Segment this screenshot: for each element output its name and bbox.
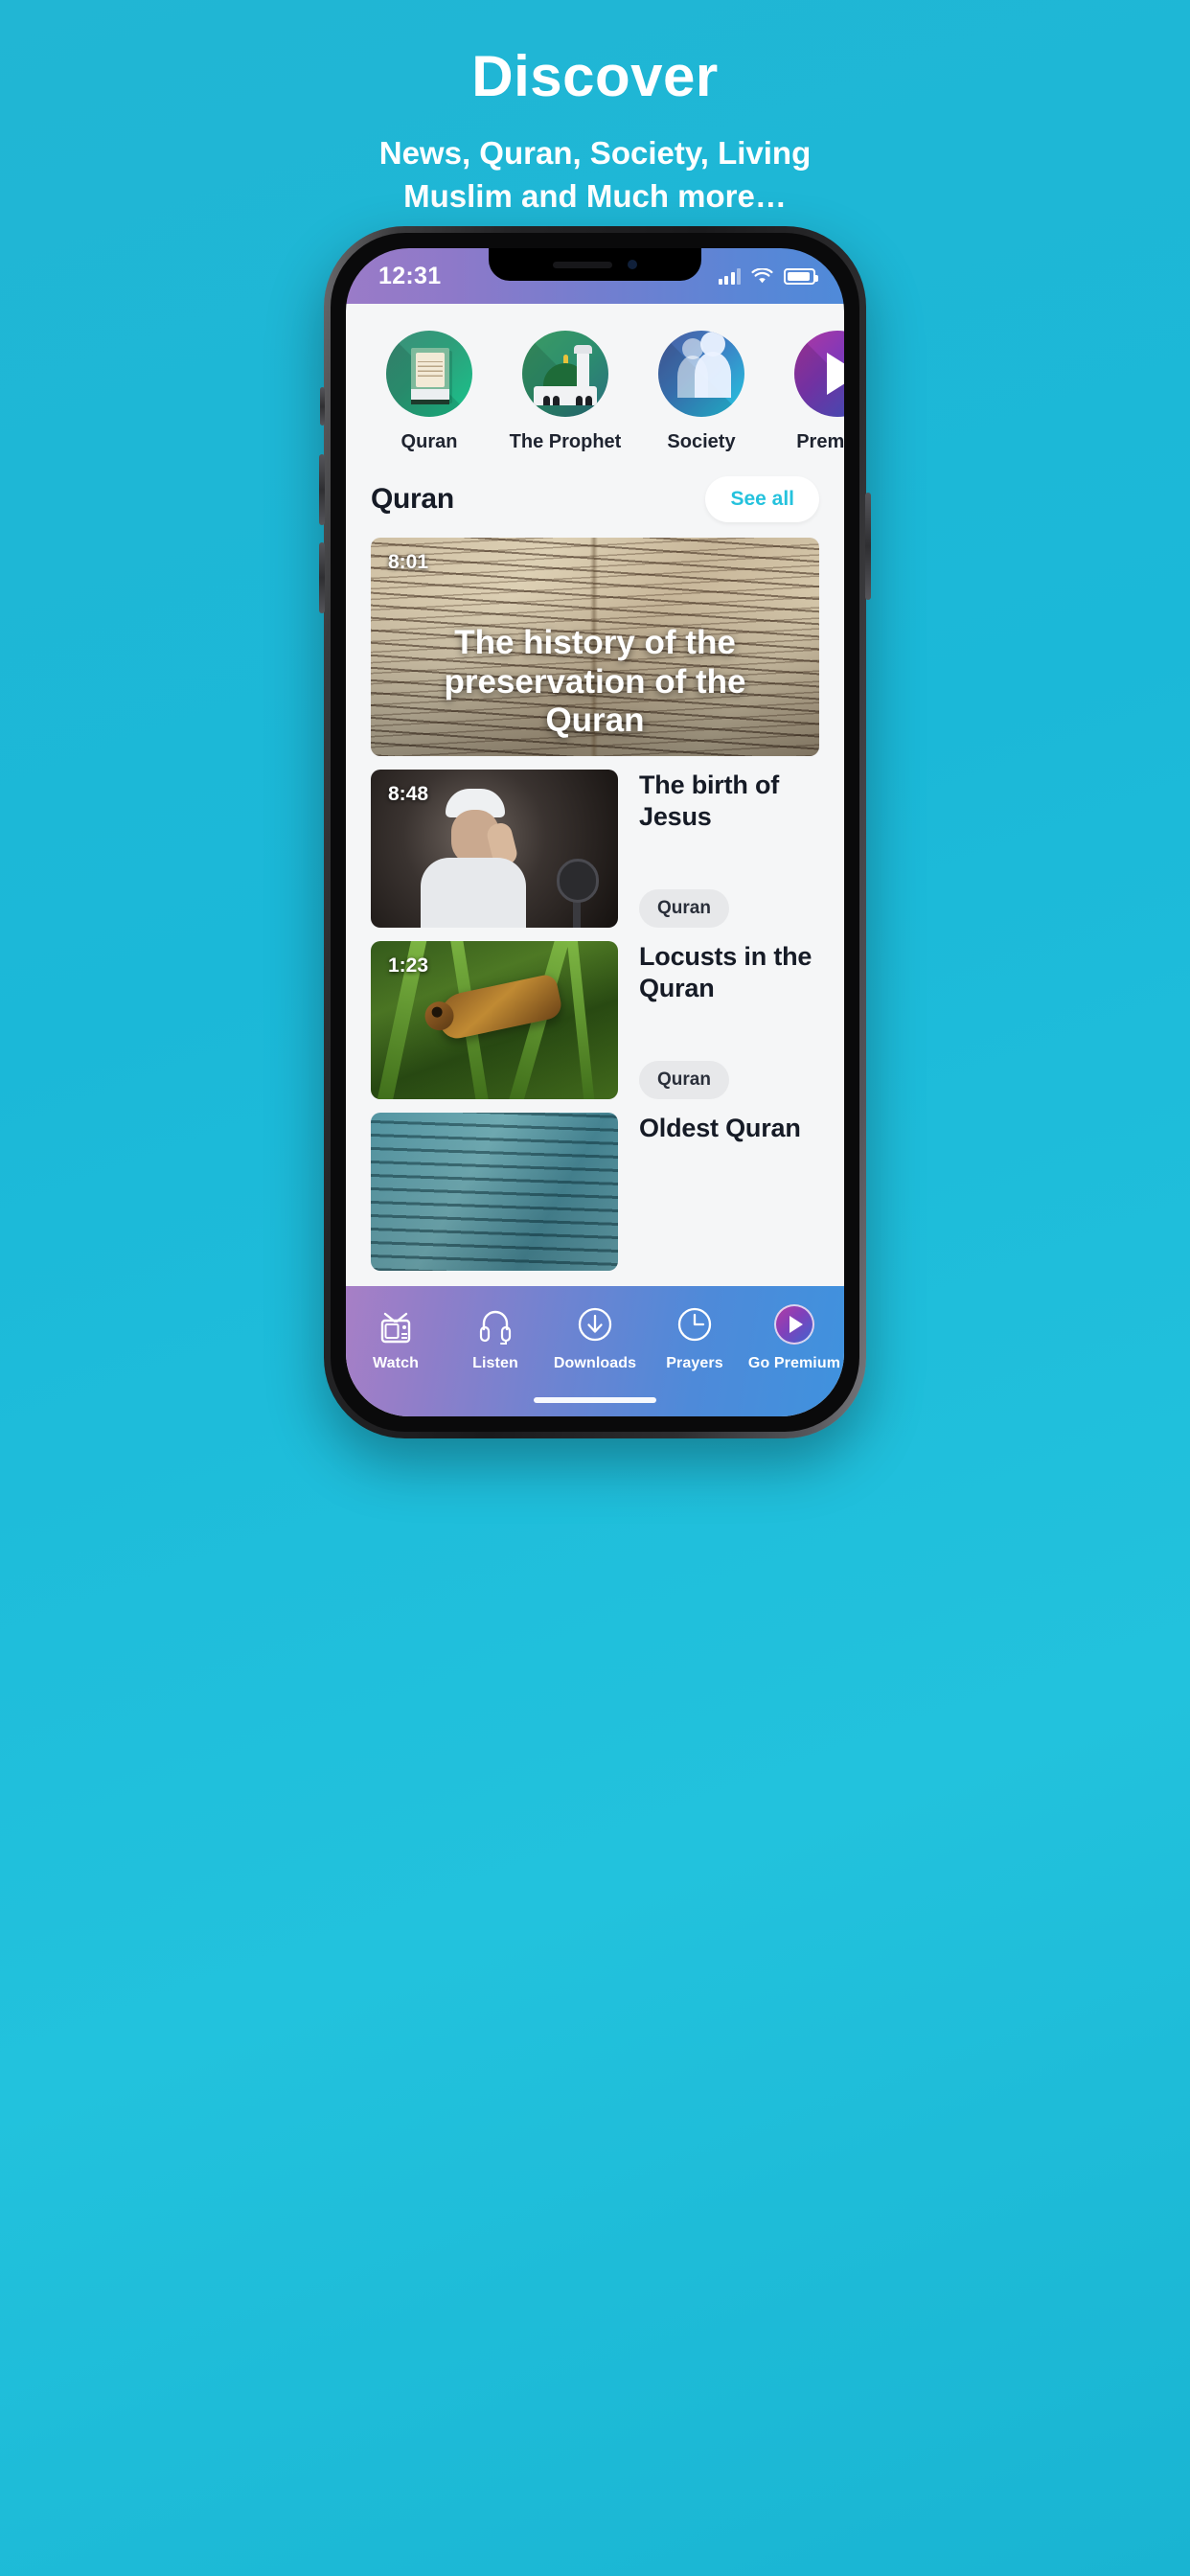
page-title: Discover <box>471 44 719 108</box>
category-label: Quran <box>400 431 458 452</box>
front-camera-icon <box>628 260 637 269</box>
signal-bars-icon <box>718 267 741 285</box>
featured-video-card[interactable]: 8:01 The history of the preservation of … <box>371 538 819 756</box>
category-item-society[interactable]: Society <box>645 331 758 453</box>
wifi-icon <box>751 267 773 283</box>
people-icon <box>658 331 744 417</box>
play-icon <box>794 331 844 417</box>
power-button[interactable] <box>865 493 871 600</box>
featured-video-title: The history of the preservation of the Q… <box>444 624 746 740</box>
volume-up-button[interactable] <box>319 454 325 525</box>
video-meta: Oldest Quran <box>618 1113 819 1271</box>
category-label: Society <box>667 431 736 452</box>
silent-switch[interactable] <box>320 387 325 426</box>
status-icons <box>718 267 818 285</box>
promo-header: Discover News, Quran, Society, Living Mu… <box>0 0 1190 218</box>
promo-subtitle: News, Quran, Society, Living Muslim and … <box>0 132 1190 218</box>
video-thumbnail[interactable] <box>371 1113 618 1271</box>
category-label: Premium <box>796 431 844 452</box>
see-all-button[interactable]: See all <box>705 476 819 522</box>
video-list-item[interactable]: 8:48 The birth of Jesus Quran <box>371 770 819 928</box>
video-duration: 1:23 <box>388 954 429 977</box>
app-content: Quran The Prophet Society Prem Quran See… <box>346 304 844 1416</box>
download-circle-icon <box>545 1301 645 1347</box>
video-tag[interactable]: Quran <box>639 889 729 928</box>
phone-bezel: 12:31 Quran The Prophet Society Prem Qur… <box>331 233 859 1432</box>
phone-mockup: 12:31 Quran The Prophet Society Prem Qur… <box>319 226 871 1438</box>
promo-subtitle-line-1: News, Quran, Society, Living <box>378 135 812 171</box>
phone-screen: 12:31 Quran The Prophet Society Prem Qur… <box>346 248 844 1416</box>
headphones-icon <box>446 1301 545 1347</box>
earpiece-speaker <box>553 261 612 268</box>
section-title: Quran <box>371 483 454 515</box>
notch <box>489 248 701 281</box>
video-duration: 8:01 <box>388 551 429 573</box>
category-item-the-prophet[interactable]: The Prophet <box>509 331 622 453</box>
category-label: The Prophet <box>509 431 622 452</box>
battery-icon <box>784 267 818 285</box>
video-meta: The birth of Jesus Quran <box>618 770 819 928</box>
volume-down-button[interactable] <box>319 542 325 613</box>
video-meta: Locusts in the Quran Quran <box>618 941 819 1099</box>
promo-subtitle-line-2: Muslim and Much more… <box>403 177 787 214</box>
video-title: Locusts in the Quran <box>639 942 812 1002</box>
tab-label: Go Premium <box>747 1355 841 1371</box>
tab-label: Prayers <box>666 1355 723 1371</box>
video-thumbnail[interactable]: 1:23 <box>371 941 618 1099</box>
tab-prayers[interactable]: Prayers <box>645 1301 744 1372</box>
video-title: The birth of Jesus <box>639 770 780 831</box>
video-tag[interactable]: Quran <box>639 1061 729 1099</box>
category-item-quran[interactable]: Quran <box>373 331 486 453</box>
video-duration: 8:48 <box>388 783 429 805</box>
video-thumbnail[interactable]: 8:48 <box>371 770 618 928</box>
category-row[interactable]: Quran The Prophet Society Prem <box>346 304 844 463</box>
tv-icon <box>346 1301 446 1347</box>
video-title: Oldest Quran <box>639 1114 801 1142</box>
phone-frame: 12:31 Quran The Prophet Society Prem Qur… <box>319 226 871 1438</box>
home-indicator[interactable] <box>534 1397 656 1403</box>
play-circle-icon <box>744 1301 844 1347</box>
category-item-premium[interactable]: Premium <box>781 331 844 453</box>
tab-label: Listen <box>472 1355 518 1371</box>
tab-label: Downloads <box>553 1355 637 1371</box>
tab-go-premium[interactable]: Go Premium <box>744 1301 844 1372</box>
tab-downloads[interactable]: Downloads <box>545 1301 645 1372</box>
clock-icon <box>645 1301 744 1347</box>
section-header: Quran See all <box>346 463 844 526</box>
tab-watch[interactable]: Watch <box>346 1301 446 1372</box>
status-time: 12:31 <box>378 262 442 289</box>
mosque-icon <box>522 331 608 417</box>
tab-listen[interactable]: Listen <box>446 1301 545 1372</box>
tab-label: Watch <box>373 1355 419 1371</box>
quran-book-icon <box>386 331 472 417</box>
video-list-item[interactable]: Oldest Quran <box>371 1113 819 1271</box>
video-list-item[interactable]: 1:23 Locusts in the Quran Quran <box>371 941 819 1099</box>
